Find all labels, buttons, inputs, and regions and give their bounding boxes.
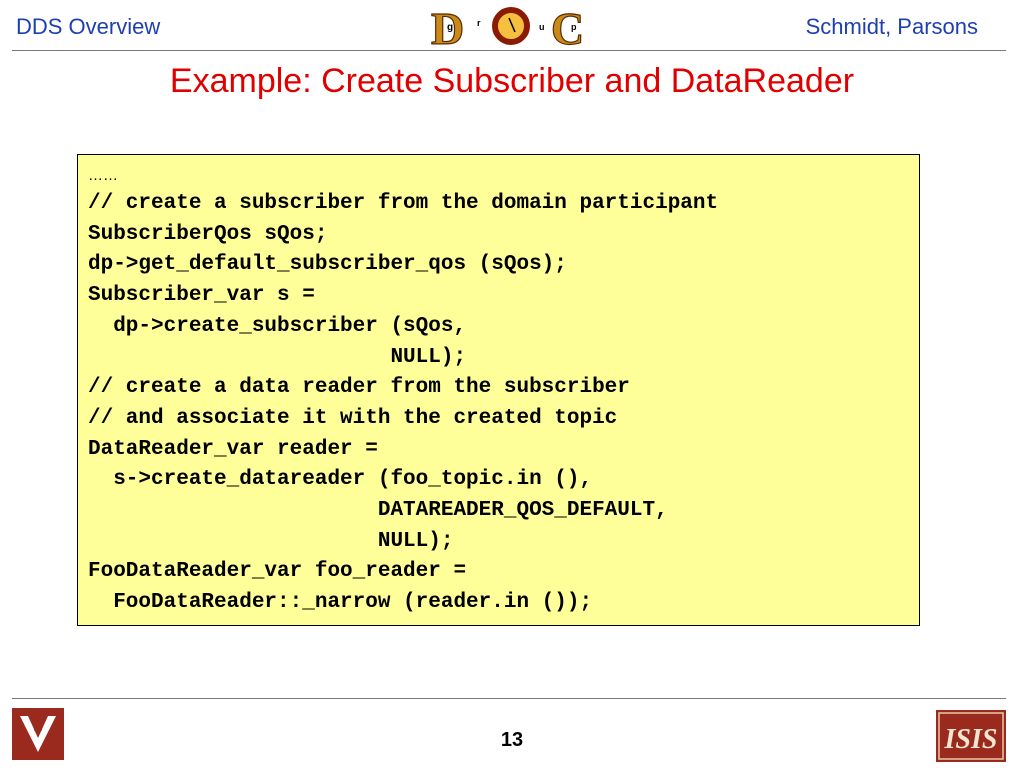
code-block: …… // create a subscriber from the domai… [77,154,920,626]
logo-letter-p: p [571,22,577,32]
footer-divider [12,698,1006,699]
code-line: DATAREADER_QOS_DEFAULT, [88,499,668,523]
code-line: Subscriber_var s = [88,284,315,308]
code-line: // create a subscriber from the domain p… [88,192,719,215]
code-ellipsis: …… [88,167,118,184]
code-line: NULL); [88,345,467,369]
code-line: dp->get_default_subscriber_qos (sQos); [88,253,567,277]
header-left-text: DDS Overview [16,14,161,39]
code-line: // and associate it with the created top… [88,406,618,430]
code-line: DataReader_var reader = [88,437,378,461]
code-line: // create a data reader from the subscri… [88,376,630,400]
slide-title: Example: Create Subscriber and DataReade… [169,62,855,100]
code-line: SubscriberQos sQos; [88,222,328,246]
page-number: 13 [500,729,524,751]
logo-ring [492,7,530,45]
header-right-text: Schmidt, Parsons [805,14,978,39]
code-line: FooDataReader_var foo_reader = [88,560,467,584]
doc-group-logo: D g r u C p [431,4,585,50]
code-line: NULL); [88,529,454,553]
code-line: dp->create_subscriber (sQos, [88,314,467,338]
logo-letter-g: g [447,22,453,33]
logo-letter-u: u [539,22,545,32]
code-line: s->create_datareader (foo_topic.in (), [88,468,593,492]
isis-logo: ISIS [936,710,1006,762]
logo-letter-c: C [551,4,584,50]
logo-letter-r: r [477,18,481,28]
isis-logo-text: ISIS [944,724,998,755]
header-divider [12,50,1006,51]
code-line: FooDataReader::_narrow (reader.in ()); [88,591,593,615]
